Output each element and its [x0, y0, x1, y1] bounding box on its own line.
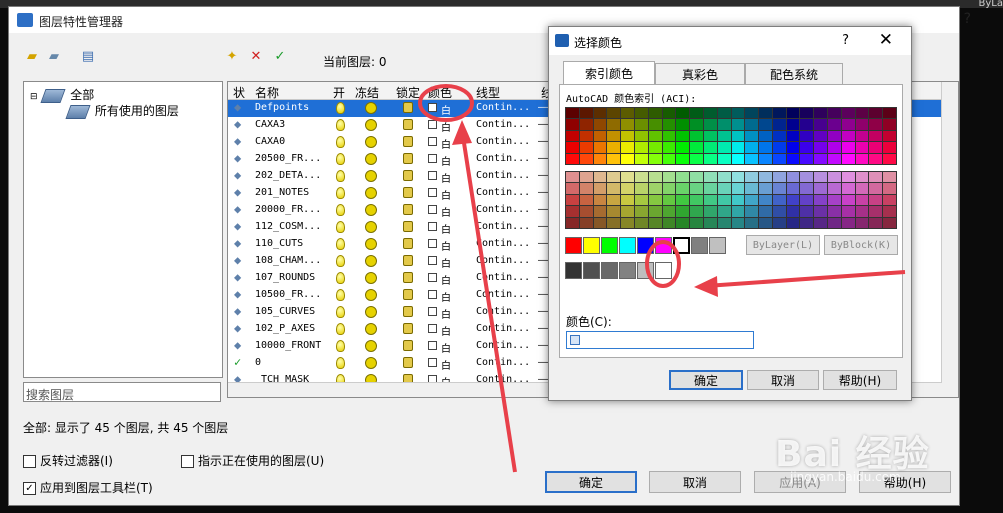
watermark-url: jingyan.baidu.com: [790, 470, 901, 484]
arrow-head-1: [452, 120, 472, 145]
arrow-head-2: [694, 276, 718, 297]
annotation-arrow-2: [705, 270, 906, 288]
annotation-arrow-1: [460, 129, 517, 473]
highlight-circle-magenta: [645, 240, 681, 288]
highlight-circle-color-cell: [418, 84, 474, 122]
